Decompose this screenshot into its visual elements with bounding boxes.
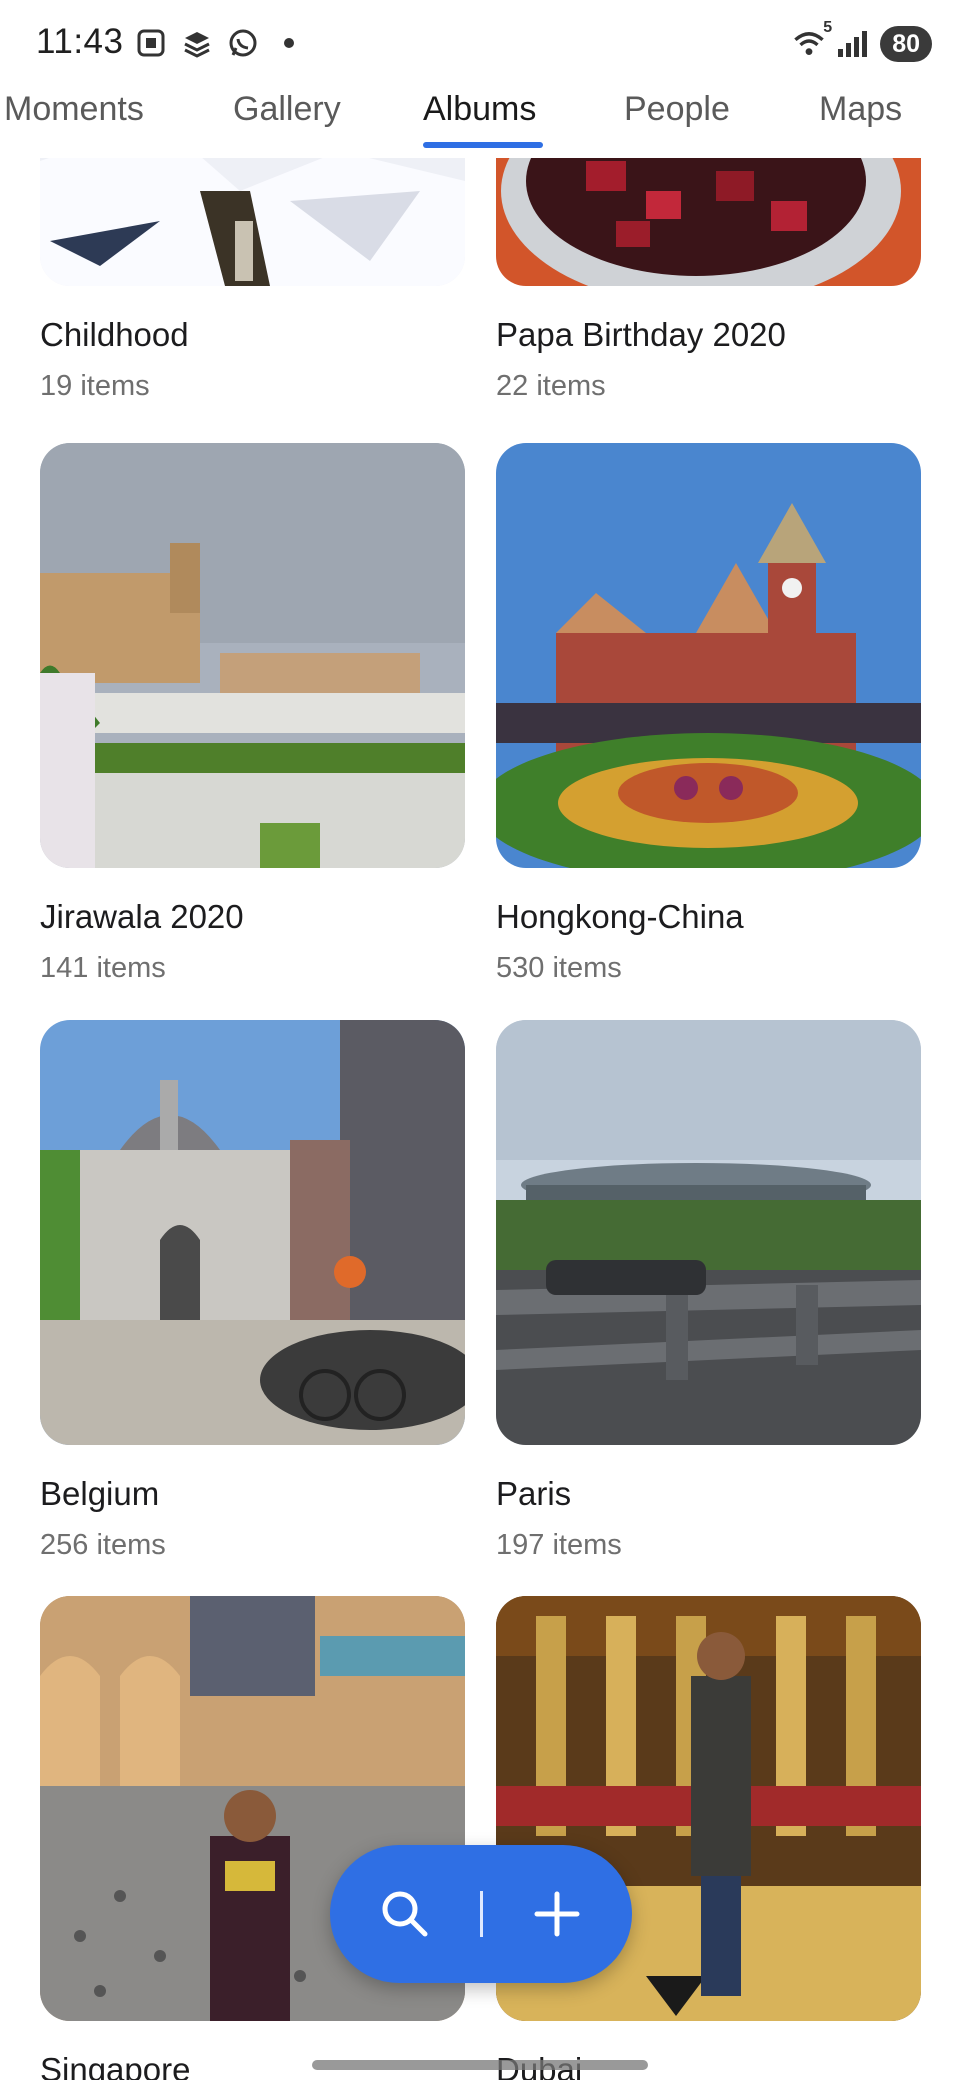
album-count: 256 items <box>40 1529 166 1561</box>
floating-action-bar <box>330 1845 632 1983</box>
album-count: 530 items <box>496 952 622 984</box>
album-card-jirawala-2020[interactable]: Jirawala 2020 141 items <box>40 443 465 984</box>
whatsapp-icon <box>226 26 260 60</box>
home-indicator[interactable] <box>312 2060 648 2070</box>
album-title: Jirawala 2020 <box>40 898 244 935</box>
tab-moments[interactable]: Moments <box>4 90 144 129</box>
plus-icon[interactable] <box>522 1879 592 1949</box>
album-cover[interactable] <box>496 443 921 868</box>
album-title: Childhood <box>40 316 189 353</box>
status-bar: 11:43 5 80 <box>0 0 960 90</box>
album-count: 19 items <box>40 370 150 402</box>
album-card-papa-birthday[interactable]: Papa Birthday 2020 22 items <box>496 158 921 402</box>
status-time: 11:43 <box>36 22 124 61</box>
album-card-paris[interactable]: Paris 197 items <box>496 1020 921 1561</box>
album-title: Hongkong-China <box>496 898 744 935</box>
album-cover[interactable] <box>496 158 921 286</box>
search-icon[interactable] <box>370 1879 440 1949</box>
wifi-icon: 5 <box>792 19 832 61</box>
tab-gallery[interactable]: Gallery <box>233 90 341 129</box>
album-card-belgium[interactable]: Belgium 256 items <box>40 1020 465 1561</box>
album-title: Singapore <box>40 2051 191 2080</box>
album-cover[interactable] <box>40 443 465 868</box>
tab-people[interactable]: People <box>624 90 730 129</box>
album-count: 22 items <box>496 370 606 402</box>
more-notifications-dot <box>284 38 294 48</box>
tab-maps[interactable]: Maps <box>819 90 902 129</box>
signal-icon <box>836 27 870 61</box>
tab-bar: Moments Gallery Albums People Maps <box>0 90 960 160</box>
album-count: 197 items <box>496 1529 622 1561</box>
screenshot-icon <box>134 26 168 60</box>
layers-icon <box>180 26 214 60</box>
tab-albums[interactable]: Albums <box>423 90 536 129</box>
active-tab-indicator <box>423 142 543 148</box>
fab-divider <box>480 1891 483 1937</box>
album-grid: Childhood 19 items Papa Birthday 2020 22… <box>0 158 960 2080</box>
album-cover[interactable] <box>40 158 465 286</box>
album-title: Belgium <box>40 1475 160 1512</box>
album-count: 141 items <box>40 952 166 984</box>
album-cover[interactable] <box>40 1020 465 1445</box>
notification-icons <box>134 26 294 60</box>
network-label: 5 <box>823 19 833 36</box>
system-icons: 5 80 <box>792 19 932 62</box>
battery-indicator: 80 <box>880 26 932 62</box>
album-cover[interactable] <box>496 1020 921 1445</box>
album-card-childhood[interactable]: Childhood 19 items <box>40 158 465 402</box>
album-card-hongkong-china[interactable]: Hongkong-China 530 items <box>496 443 921 984</box>
album-title: Papa Birthday 2020 <box>496 316 786 353</box>
album-title: Paris <box>496 1475 572 1512</box>
